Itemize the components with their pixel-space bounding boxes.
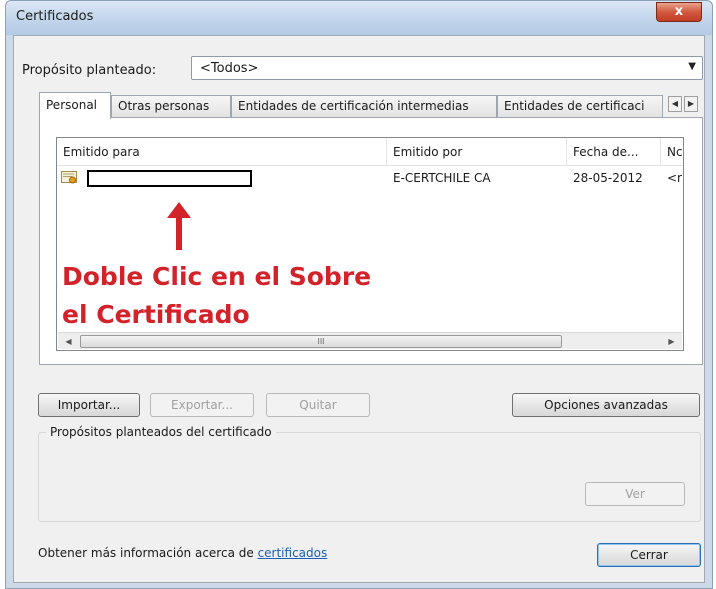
purposes-groupbox <box>38 432 701 522</box>
cell-issued-by: E-CERTCHILE CA <box>393 171 491 185</box>
tab-scroll-left-icon[interactable]: ◀ <box>668 96 682 112</box>
view-button[interactable]: Ver <box>585 482 685 506</box>
close-window-button[interactable]: x <box>656 2 702 22</box>
horizontal-scrollbar[interactable]: ◀ III ▶ <box>58 332 682 349</box>
scroll-left-icon[interactable]: ◀ <box>60 334 77 349</box>
tab-other-people[interactable]: Otras personas <box>111 95 231 118</box>
purposes-group-label: Propósitos planteados del certificado <box>46 425 276 439</box>
instruction-annotation: Doble Clic en el Sobre el Certificado <box>62 258 371 334</box>
cell-extra: <r <box>667 171 682 185</box>
purpose-label: Propósito planteado: <box>22 63 157 78</box>
column-extra[interactable]: Nc <box>661 138 685 166</box>
cell-date: 28-05-2012 <box>573 171 643 185</box>
tab-intermediate-cas[interactable]: Entidades de certificación intermedias <box>231 95 497 118</box>
column-issued-by[interactable]: Emitido por <box>387 138 567 166</box>
scroll-thumb[interactable]: III <box>80 335 562 348</box>
certificate-row[interactable]: E-CERTCHILE CA 28-05-2012 <r <box>57 168 683 188</box>
title-bar[interactable]: Certificados x <box>6 1 712 35</box>
certificate-envelope-icon <box>61 171 77 184</box>
annotation-line-2: el Certificado <box>62 300 250 329</box>
list-header: Emitido para Emitido por Fecha de... Nc <box>57 138 683 166</box>
column-date[interactable]: Fecha de... <box>567 138 661 166</box>
tab-personal[interactable]: Personal <box>39 92 111 119</box>
remove-button[interactable]: Quitar <box>266 393 370 417</box>
footer-info: Obtener más información acerca de certif… <box>38 546 327 560</box>
window-title: Certificados <box>16 9 94 24</box>
scroll-right-icon[interactable]: ▶ <box>663 334 680 349</box>
tab-root-cas[interactable]: Entidades de certificaci <box>497 95 663 118</box>
footer-text: Obtener más información acerca de <box>38 546 254 560</box>
certificates-link[interactable]: certificados <box>258 546 328 560</box>
column-issued-to[interactable]: Emitido para <box>57 138 387 166</box>
export-button[interactable]: Exportar... <box>150 393 254 417</box>
close-button[interactable]: Cerrar <box>597 543 701 567</box>
chevron-down-icon: ▼ <box>688 61 696 72</box>
annotation-line-1: Doble Clic en el Sobre <box>62 262 372 291</box>
purpose-dropdown[interactable]: <Todos> ▼ <box>191 56 703 80</box>
tab-strip: Personal Otras personas Entidades de cer… <box>39 92 703 119</box>
tab-scroll-right-icon[interactable]: ▶ <box>684 96 698 112</box>
redacted-issued-to <box>87 170 252 187</box>
purpose-selected-value: <Todos> <box>200 61 259 76</box>
import-button[interactable]: Importar... <box>38 393 140 417</box>
red-arrow-icon <box>167 202 191 250</box>
advanced-options-button[interactable]: Opciones avanzadas <box>512 393 700 417</box>
